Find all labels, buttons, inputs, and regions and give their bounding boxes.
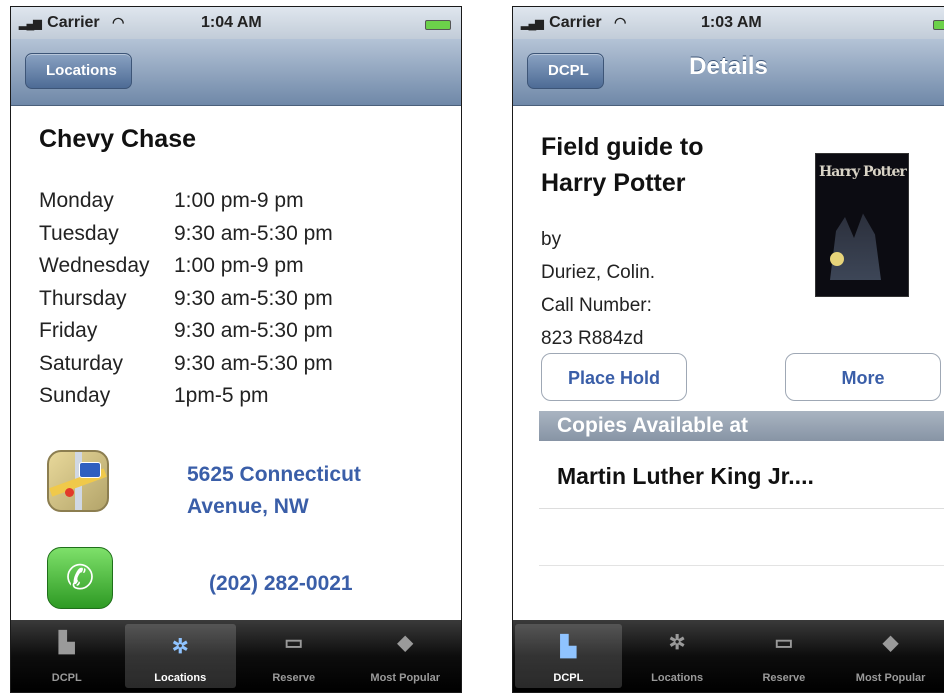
tab-most-popular[interactable]: ◆ Most Popular — [350, 620, 462, 692]
hours-list: Monday 1:00 pm-9 pm Tuesday 9:30 am-5:30 p… — [39, 189, 333, 417]
carrier-label: Carrier — [549, 14, 602, 31]
monitor-icon: ▭ — [774, 632, 794, 654]
globe-icon: ✲ — [171, 636, 189, 658]
hours-row: Tuesday 9:30 am-5:30 pm — [39, 221, 333, 245]
address-link[interactable]: 5625 Connecticut Avenue, NW — [187, 459, 361, 523]
status-bar: ▂▄▆ Carrier ◠ 1:04 AM — [11, 7, 461, 39]
hours-row: Saturday 9:30 am-5:30 pm — [39, 351, 333, 375]
tab-reserve[interactable]: ▭ Reserve — [238, 620, 350, 692]
hours-row: Wednesday 1:00 pm-9 pm — [39, 254, 304, 277]
section-header: Copies Available at — [539, 411, 944, 441]
signal-bars-icon: ▂▄▆ — [521, 18, 544, 30]
phone-icon[interactable]: ✆ — [47, 547, 113, 609]
signal-bars-icon: ▂▄▆ — [19, 18, 42, 30]
navigation-bar: Details DCPL — [513, 39, 944, 106]
hours-row: Thursday 9:30 am-5:30 pm — [39, 286, 333, 310]
tab-dcpl[interactable]: ▙ DCPL — [515, 624, 622, 688]
library-book-icon: ▙ — [59, 632, 75, 654]
carrier-label: Carrier — [47, 14, 100, 31]
battery-icon — [425, 20, 451, 30]
tab-bar: ▙ DCPL ✲ Locations ▭ Reserve ◆ Most Popu… — [513, 620, 944, 692]
monitor-icon: ▭ — [284, 632, 304, 654]
tag-icon: ◆ — [397, 632, 413, 654]
locations-screen: ▂▄▆ Carrier ◠ 1:04 AM Locations Chevy Ch… — [10, 6, 462, 693]
back-button[interactable]: DCPL — [527, 53, 604, 89]
phone-number-link[interactable]: (202) 282-0021 — [209, 572, 353, 596]
wifi-icon: ◠ — [112, 14, 125, 30]
battery-icon — [933, 20, 944, 30]
status-time: 1:04 AM — [201, 14, 262, 31]
tag-icon: ◆ — [882, 632, 899, 654]
hours-row: Friday 9:30 am-5:30 pm — [39, 319, 333, 342]
details-screen: ▂▄▆ Carrier ◠ 1:03 AM Details DCPL Field… — [512, 6, 944, 693]
list-item[interactable]: Martin Luther King Jr.... — [539, 443, 944, 509]
more-button[interactable]: More — [785, 353, 941, 401]
maps-icon[interactable] — [47, 450, 109, 512]
call-number: 823 R884zd — [541, 328, 644, 349]
place-hold-button[interactable]: Place Hold — [541, 353, 687, 401]
back-button[interactable]: Locations — [25, 53, 132, 89]
list-divider — [539, 565, 944, 566]
address-line1: 5625 Connecticut — [187, 463, 361, 486]
by-label: by — [541, 229, 562, 250]
globe-icon: ✲ — [668, 632, 686, 654]
tab-locations[interactable]: ✲ Locations — [124, 624, 236, 688]
call-number-label: Call Number: — [541, 295, 652, 316]
navigation-bar: Locations — [11, 39, 461, 106]
branch-name: Chevy Chase — [39, 125, 197, 153]
book-cover-image: Harry Potter — [815, 153, 909, 297]
hours-row: Sunday 1pm-5 pm — [39, 384, 269, 407]
book-title: Field guide to Harry Potter — [541, 133, 704, 197]
status-time: 1:03 AM — [701, 14, 762, 31]
library-book-icon: ▙ — [560, 636, 577, 658]
tab-dcpl[interactable]: ▙ DCPL — [11, 620, 123, 692]
tab-reserve[interactable]: ▭ Reserve — [731, 620, 838, 692]
tab-bar: ▙ DCPL ✲ Locations ▭ Reserve ◆ Most Popu… — [11, 620, 461, 692]
tab-locations[interactable]: ✲ Locations — [624, 620, 731, 692]
author: Duriez, Colin. — [541, 262, 656, 283]
cover-title: Harry Potter — [819, 164, 907, 180]
address-line2: Avenue, NW — [187, 495, 309, 518]
hours-row: Monday 1:00 pm-9 pm — [39, 189, 304, 212]
status-bar: ▂▄▆ Carrier ◠ 1:03 AM — [513, 7, 944, 39]
tab-most-popular[interactable]: ◆ Most Popular — [837, 620, 944, 692]
wifi-icon: ◠ — [614, 14, 627, 30]
